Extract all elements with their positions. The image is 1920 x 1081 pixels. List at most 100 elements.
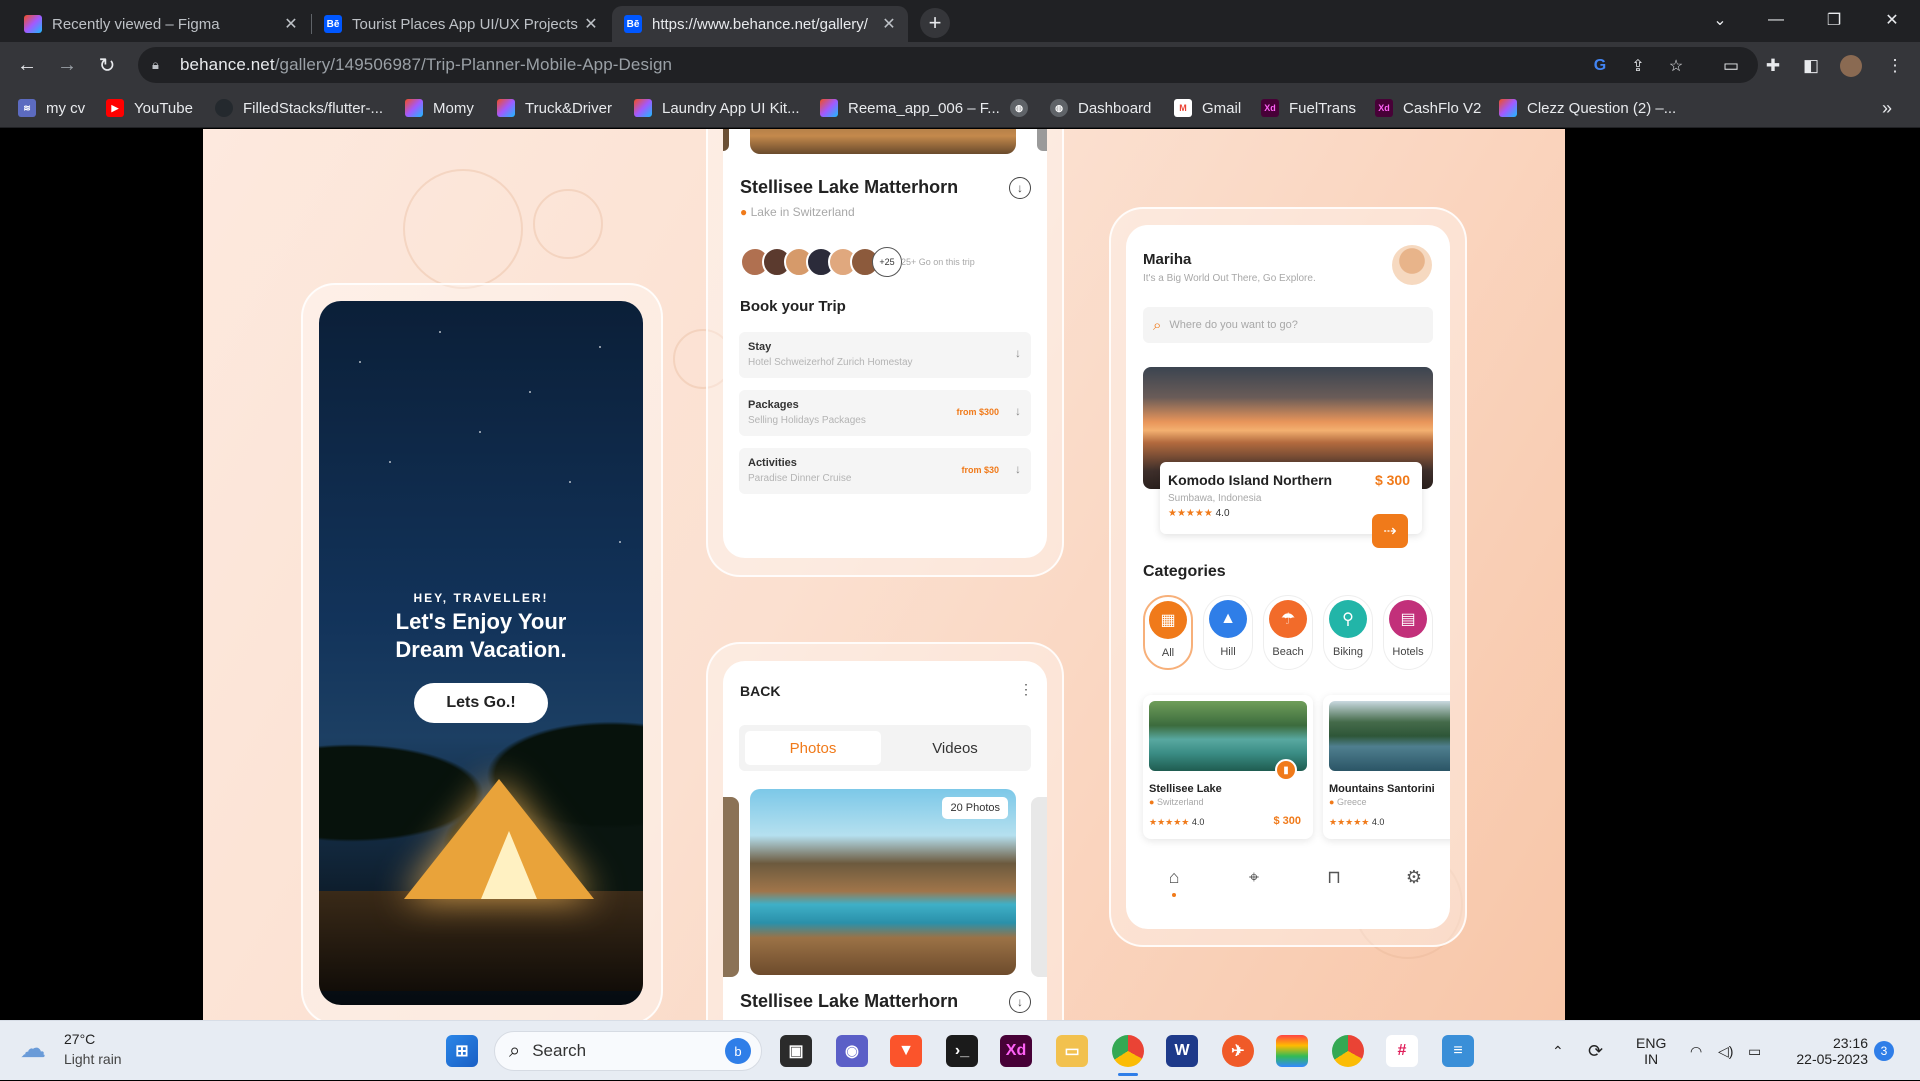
download-icon[interactable]: ↓ <box>1009 177 1031 199</box>
decor-circle <box>403 169 523 289</box>
category-biking[interactable]: ⚲ Biking <box>1323 595 1373 670</box>
weather-temp[interactable]: 27°C <box>64 1031 95 1047</box>
tab-search-icon[interactable]: ⌄ <box>1692 0 1748 40</box>
task-view-icon[interactable]: ▣ <box>780 1035 812 1067</box>
tab-photos[interactable]: Photos <box>745 731 881 765</box>
category-hill[interactable]: ▲ Hill <box>1203 595 1253 670</box>
bottom-nav: ⌂ ⌖ ⊓ ⚙ <box>1126 865 1450 905</box>
chrome-icon[interactable] <box>1112 1035 1144 1067</box>
tab-behance-projects[interactable]: Bē Tourist Places App UI/UX Projects ✕ <box>312 6 610 42</box>
teams-icon[interactable]: ◉ <box>836 1035 868 1067</box>
new-tab-button[interactable]: + <box>920 8 950 38</box>
app-w-icon[interactable]: W <box>1166 1035 1198 1067</box>
file-explorer-icon[interactable]: ▭ <box>1056 1035 1088 1067</box>
taskbar-search[interactable]: ⌕ Search b <box>494 1031 762 1071</box>
close-window-button[interactable]: ✕ <box>1864 0 1920 40</box>
star <box>479 431 481 433</box>
postman-icon[interactable]: ✈ <box>1222 1035 1254 1067</box>
bookmark-nav-icon[interactable]: ⊓ <box>1322 865 1346 889</box>
bookmark-globe[interactable]: ◍ <box>1010 96 1038 120</box>
globe-icon: ◍ <box>1050 99 1068 117</box>
featured-place-price: $ 300 <box>1374 472 1410 488</box>
lang-code: ENG <box>1636 1035 1667 1051</box>
category-hotels[interactable]: ▤ Hotels <box>1383 595 1433 670</box>
booking-option-stay[interactable]: Stay Hotel Schweizerhof Zurich Homestay … <box>739 332 1031 378</box>
lets-go-button[interactable]: Lets Go.! <box>414 683 548 723</box>
tab-videos[interactable]: Videos <box>887 731 1023 765</box>
forward-icon[interactable]: → <box>51 49 83 81</box>
back-icon[interactable]: ← <box>11 49 43 81</box>
google-lens-icon[interactable]: G <box>1588 54 1612 78</box>
reload-icon[interactable]: ↻ <box>91 49 123 81</box>
bookmark-dashboard[interactable]: ◍ Dashboard <box>1050 96 1151 120</box>
bookmark-fueltrans[interactable]: Xd FuelTrans <box>1261 96 1356 120</box>
weather-desc[interactable]: Light rain <box>64 1051 122 1067</box>
bluestacks-icon[interactable] <box>1276 1035 1308 1067</box>
download-icon[interactable]: ↓ <box>1009 991 1031 1013</box>
address-bar[interactable]: 🔒︎ behance.net/gallery/149506987/Trip-Pl… <box>138 47 1758 83</box>
sync-icon[interactable]: ⟳ <box>1588 1021 1603 1081</box>
card-icon[interactable]: ▭ <box>1720 55 1742 77</box>
place-card-stellisee[interactable]: ▮ Stellisee Lake ● Switzerland ★★★★★ 4.0… <box>1143 695 1313 839</box>
extensions-icon[interactable]: ✚ <box>1762 55 1784 77</box>
open-link-icon[interactable]: ⇢ <box>1372 514 1408 548</box>
user-avatar[interactable] <box>1392 245 1432 285</box>
settings-icon[interactable]: ⚙ <box>1402 865 1426 889</box>
search-input[interactable]: ⌕ Where do you want to go? <box>1143 307 1433 343</box>
tab-figma[interactable]: Recently viewed – Figma ✕ <box>12 6 310 42</box>
bookmark-cashflo[interactable]: Xd CashFlo V2 <box>1375 96 1481 120</box>
bookmark-clezz[interactable]: Clezz Question (2) –... <box>1499 96 1676 120</box>
menu-icon[interactable]: ⋮ <box>1884 55 1906 77</box>
tab-behance-gallery[interactable]: Bē https://www.behance.net/gallery/ ✕ <box>612 6 908 42</box>
bookmark-youtube[interactable]: ▶ YouTube <box>106 96 193 120</box>
booking-option-activities[interactable]: Activities Paradise Dinner Cruise from $… <box>739 448 1031 494</box>
weather-icon[interactable]: ☁ <box>20 1033 54 1067</box>
home-icon[interactable]: ⌂ <box>1162 865 1186 889</box>
show-hidden-icons[interactable]: ⌃ <box>1552 1021 1564 1081</box>
bookmark-gmail[interactable]: M Gmail <box>1174 96 1241 120</box>
more-bookmarks-button[interactable]: » <box>1882 96 1892 120</box>
profile-avatar[interactable] <box>1840 55 1862 77</box>
language-indicator[interactable]: ENG IN <box>1636 1021 1666 1081</box>
close-icon[interactable]: ✕ <box>582 14 600 34</box>
wifi-icon[interactable]: ◠ <box>1690 1021 1702 1081</box>
adobe-xd-icon[interactable]: Xd <box>1000 1035 1032 1067</box>
close-icon[interactable]: ✕ <box>880 14 898 34</box>
notification-badge[interactable]: 3 <box>1874 1041 1894 1061</box>
region-code: IN <box>1644 1051 1659 1067</box>
bookmark-icon[interactable]: ▮ <box>1275 759 1297 781</box>
volume-icon[interactable]: ◁) <box>1718 1021 1733 1081</box>
map-pin-icon[interactable]: ⌖ <box>1242 865 1266 889</box>
place-card-santorini[interactable]: Mountains Santorini ● Greece ★★★★★ 4.0 $ <box>1323 695 1450 839</box>
restore-button[interactable]: ❐ <box>1806 0 1862 40</box>
github-icon <box>215 99 233 117</box>
back-button[interactable]: BACK <box>740 683 780 699</box>
bookmark-label: FilledStacks/flutter-... <box>243 99 384 117</box>
bookmark-star-icon[interactable]: ☆ <box>1664 54 1688 78</box>
chrome-profile-icon[interactable] <box>1332 1035 1364 1067</box>
clock[interactable]: 23:16 22-05-2023 <box>1786 1021 1868 1081</box>
bookmark-laundry-app[interactable]: Laundry App UI Kit... <box>634 96 800 120</box>
hotel-icon: ▤ <box>1389 600 1427 638</box>
slack-icon[interactable]: # <box>1386 1035 1418 1067</box>
bookmark-my-cv[interactable]: ≋ my cv <box>18 96 85 120</box>
figma-icon <box>1499 99 1517 117</box>
close-icon[interactable]: ✕ <box>282 14 300 34</box>
more-icon[interactable]: ⋮ <box>1019 681 1033 698</box>
bookmark-filledstacks[interactable]: FilledStacks/flutter-... <box>215 96 383 120</box>
start-icon[interactable]: ⊞ <box>446 1035 478 1067</box>
battery-icon[interactable]: ▭ <box>1748 1021 1761 1081</box>
side-panel-icon[interactable]: ◧ <box>1800 55 1822 77</box>
terminal-icon[interactable]: ›_ <box>946 1035 978 1067</box>
brave-icon[interactable]: ▼ <box>890 1035 922 1067</box>
minimize-button[interactable]: — <box>1748 0 1804 40</box>
featured-photo[interactable]: 20 Photos <box>750 789 1016 975</box>
notepad-icon[interactable]: ≡ <box>1442 1035 1474 1067</box>
category-beach[interactable]: ☂ Beach <box>1263 595 1313 670</box>
bookmark-reema-app[interactable]: Reema_app_006 – F... <box>820 96 1000 120</box>
bookmark-momy[interactable]: Momy <box>405 96 474 120</box>
bookmark-truck-driver[interactable]: Truck&Driver <box>497 96 612 120</box>
category-all[interactable]: ▦ All <box>1143 595 1193 670</box>
share-icon[interactable]: ⇪ <box>1626 54 1650 78</box>
booking-option-packages[interactable]: Packages Selling Holidays Packages from … <box>739 390 1031 436</box>
